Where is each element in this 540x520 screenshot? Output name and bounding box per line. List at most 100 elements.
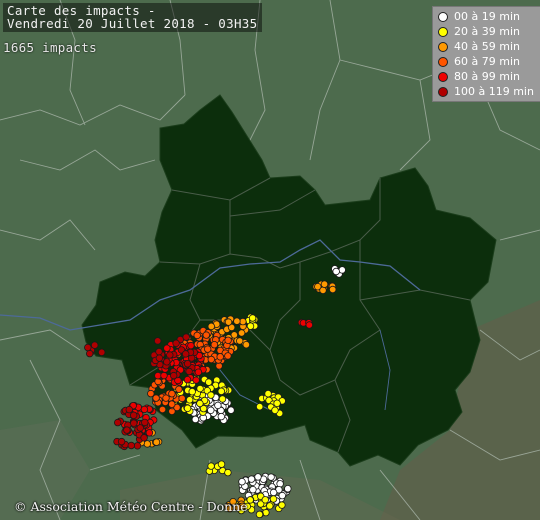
- strike-marker: [162, 394, 170, 402]
- strike-marker: [329, 285, 337, 294]
- legend-label: 20 à 39 min: [454, 25, 520, 38]
- strike-marker: [183, 376, 192, 384]
- legend: 00 à 19 min 20 à 39 min 40 à 59 min 60 à…: [432, 6, 540, 102]
- legend-label: 80 à 99 min: [454, 70, 520, 83]
- strike-marker: [143, 440, 151, 448]
- strike-marker: [84, 343, 92, 352]
- strike-marker: [147, 389, 155, 398]
- strike-marker: [130, 419, 138, 427]
- strike-marker: [305, 321, 313, 329]
- strike-marker: [269, 488, 278, 497]
- legend-item: 40 à 59 min: [438, 39, 538, 54]
- strike-marker: [140, 434, 148, 442]
- strike-marker: [188, 388, 196, 396]
- legend-swatch: [438, 71, 448, 82]
- strike-marker: [203, 345, 212, 353]
- strike-marker: [85, 349, 94, 358]
- strike-marker: [256, 403, 264, 411]
- strike-marker: [175, 385, 183, 393]
- strike-marker: [249, 486, 257, 494]
- strike-marker: [207, 406, 215, 414]
- legend-item: 20 à 39 min: [438, 24, 538, 39]
- legend-item: 100 à 119 min: [438, 84, 538, 99]
- strike-marker: [267, 473, 275, 481]
- legend-item: 80 à 99 min: [438, 69, 538, 84]
- strike-marker: [254, 473, 262, 481]
- strike-marker: [117, 437, 126, 446]
- strike-marker: [238, 478, 246, 486]
- strike-marker: [264, 390, 272, 398]
- strike-marker: [168, 400, 176, 408]
- strike-marker: [123, 426, 131, 434]
- strike-marker: [217, 460, 226, 468]
- strike-marker: [224, 318, 233, 326]
- strike-marker: [168, 390, 176, 398]
- strike-marker: [160, 371, 168, 380]
- strike-marker: [192, 376, 200, 384]
- strike-marker: [166, 351, 174, 359]
- strike-marker: [237, 329, 246, 337]
- legend-swatch: [438, 86, 448, 97]
- strike-marker: [235, 337, 244, 345]
- strike-marker: [154, 372, 162, 380]
- strike-marker: [158, 405, 167, 414]
- strike-marker: [129, 411, 138, 419]
- strike-marker: [185, 367, 193, 376]
- title-line-2: Vendredi 20 Juillet 2018 - 03H35: [7, 16, 258, 31]
- legend-item: 60 à 79 min: [438, 54, 538, 69]
- strike-marker: [276, 480, 284, 488]
- strike-marker: [90, 341, 99, 349]
- legend-swatch: [438, 41, 448, 52]
- strike-marker: [145, 429, 154, 437]
- strike-marker: [191, 415, 200, 424]
- strike-marker: [217, 387, 225, 395]
- legend-label: 100 à 119 min: [454, 85, 534, 98]
- strike-marker: [224, 336, 232, 344]
- strike-marker: [218, 395, 227, 403]
- strike-marker: [224, 468, 232, 477]
- strike-marker: [233, 317, 241, 325]
- strike-marker: [125, 405, 133, 414]
- strike-marker: [273, 399, 281, 407]
- legend-swatch: [438, 56, 448, 67]
- strike-marker: [169, 371, 178, 380]
- legend-label: 60 à 79 min: [454, 55, 520, 68]
- strike-marker: [196, 399, 204, 408]
- strike-marker: [187, 341, 195, 350]
- map-title: Carte des impacts - Vendredi 20 Juillet …: [3, 3, 263, 32]
- strike-marker: [284, 485, 292, 493]
- strike-marker: [194, 368, 203, 376]
- strike-marker: [207, 322, 215, 331]
- legend-label: 40 à 59 min: [454, 40, 520, 53]
- strike-marker: [214, 401, 222, 410]
- strike-marker: [227, 406, 235, 414]
- strike-marker: [152, 394, 160, 402]
- strike-marker: [183, 360, 192, 368]
- strike-marker: [261, 496, 269, 504]
- strike-marker: [210, 341, 219, 349]
- strike-marker: [152, 438, 161, 446]
- strike-marker: [178, 394, 186, 403]
- strike-marker: [207, 462, 215, 470]
- strike-marker: [183, 404, 192, 412]
- strike-marker: [182, 333, 190, 341]
- strike-marker: [153, 337, 162, 345]
- copyright: © Association Météo Centre - Donne: [14, 499, 248, 514]
- strike-marker: [140, 405, 149, 414]
- strike-marker: [133, 442, 142, 450]
- strike-marker: [278, 501, 286, 509]
- strike-marker: [136, 424, 144, 432]
- strike-marker: [320, 280, 329, 288]
- strike-marker: [185, 396, 194, 404]
- strike-marker: [181, 350, 190, 358]
- strike-marker: [224, 352, 232, 360]
- strike-marker: [255, 510, 264, 519]
- strike-marker: [163, 344, 171, 352]
- strike-marker: [163, 358, 171, 366]
- strike-marker: [113, 418, 122, 427]
- strike-marker: [271, 406, 279, 414]
- strike-marker: [278, 491, 286, 500]
- strike-marker: [239, 317, 247, 326]
- strike-marker: [207, 391, 215, 399]
- legend-label: 00 à 19 min: [454, 10, 520, 23]
